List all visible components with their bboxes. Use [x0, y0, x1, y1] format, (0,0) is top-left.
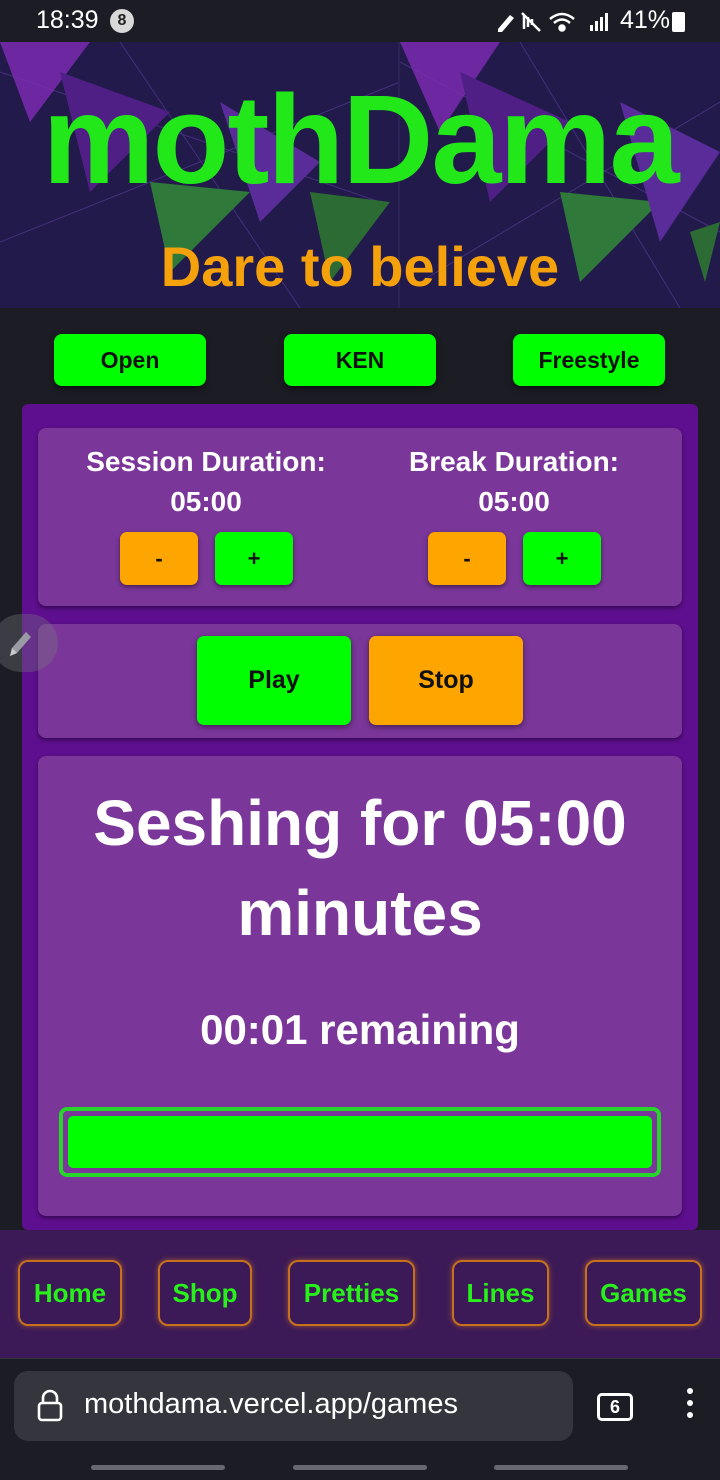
stop-button[interactable]: Stop	[369, 636, 523, 725]
nav-lines-button[interactable]: Lines	[452, 1260, 549, 1326]
hero-banner: mothDama Dare to believe	[0, 42, 720, 308]
edge-panel-handle[interactable]	[0, 614, 58, 672]
session-decrement-button[interactable]: -	[120, 532, 198, 585]
address-bar[interactable]: mothdama.vercel.app/games	[14, 1371, 573, 1441]
mute-icon	[521, 12, 541, 32]
timer-status-title: Seshing for 05:00 minutes	[93, 787, 627, 949]
status-time: 18:39	[36, 6, 99, 34]
pencil-icon	[10, 632, 31, 656]
mode-ken-button[interactable]: KEN	[284, 334, 436, 386]
nav-gesture-recents[interactable]	[91, 1465, 225, 1470]
break-duration-value: 05:00	[478, 486, 550, 517]
mode-open-button[interactable]: Open	[54, 334, 206, 386]
browser-toolbar: mothdama.vercel.app/games 6	[0, 1358, 720, 1480]
notification-count-badge: 8	[110, 9, 134, 33]
wifi-icon	[549, 12, 575, 32]
nav-games-button[interactable]: Games	[585, 1260, 702, 1326]
time-remaining-text: 00:01 remaining	[200, 1006, 520, 1053]
tab-switcher-button[interactable]: 6	[597, 1393, 633, 1421]
signal-icon	[590, 13, 608, 31]
break-decrement-button[interactable]: -	[428, 532, 506, 585]
duration-settings-card: Session Duration: 05:00 - + Break Durati…	[38, 428, 682, 606]
nav-gesture-home[interactable]	[293, 1465, 427, 1470]
break-increment-button[interactable]: +	[523, 532, 601, 585]
status-bar: 18:39 8 41%	[0, 0, 720, 42]
edit-icon	[498, 15, 514, 32]
session-duration-label: Session Duration:	[86, 446, 326, 477]
nav-gesture-back[interactable]	[494, 1465, 628, 1470]
more-options-icon[interactable]	[682, 1383, 698, 1431]
app-title: mothDama	[42, 69, 679, 210]
url-text: mothdama.vercel.app/games	[84, 1388, 458, 1420]
break-duration-label: Break Duration:	[408, 446, 620, 477]
nav-home-button[interactable]: Home	[18, 1260, 122, 1326]
battery-percent: 41%	[620, 6, 671, 34]
session-duration-value: 05:00	[170, 486, 242, 517]
nav-shop-button[interactable]: Shop	[158, 1260, 252, 1326]
session-increment-button[interactable]: +	[215, 532, 293, 585]
app-tagline: Dare to believe	[160, 235, 560, 298]
status-icons	[496, 9, 614, 41]
progress-bar-fill	[68, 1116, 652, 1168]
timer-controls-card	[38, 624, 682, 738]
battery-icon	[672, 12, 685, 32]
mode-freestyle-button[interactable]: Freestyle	[513, 334, 665, 386]
bottom-nav: Home Shop Pretties Lines Games	[0, 1230, 720, 1358]
progress-bar	[59, 1107, 661, 1177]
lock-icon	[37, 1389, 63, 1422]
play-button[interactable]: Play	[197, 636, 351, 725]
nav-pretties-button[interactable]: Pretties	[288, 1260, 415, 1326]
